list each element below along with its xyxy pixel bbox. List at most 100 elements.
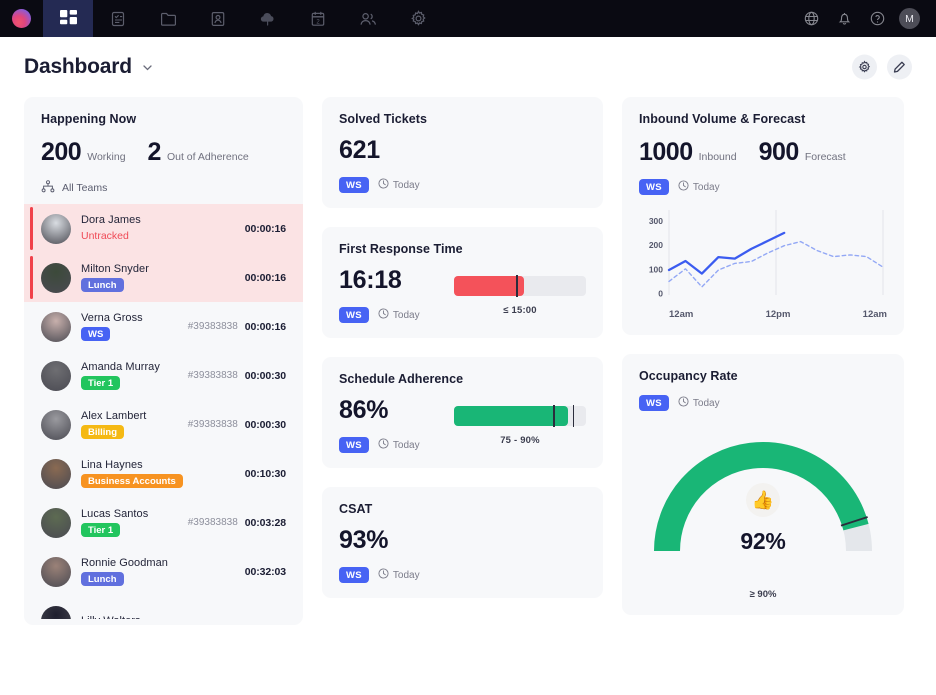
period-filter[interactable]: Today [378,568,420,582]
workstream-badge[interactable]: WS [639,179,669,195]
agent-row[interactable]: Amanda Murray Tier 1 #39383838 00:00:30 [24,351,303,400]
gauge-threshold-label: ≥ 90% [749,589,777,600]
card-solved-tickets: Solved Tickets 621 WS Today [322,97,603,208]
settings-gear-icon[interactable] [852,54,877,80]
agent-timer: 00:00:16 [244,320,286,333]
chart-x-tick: 12pm [765,309,791,320]
period-label: Today [692,397,720,409]
period-label: Today [392,439,420,451]
chart-x-tick: 12am [669,309,694,320]
card-occupancy-rate: Occupancy Rate WS Today 👍 92% ≥ 90% [622,354,904,615]
metric-value: 200 [41,138,82,166]
edit-pencil-icon[interactable] [887,54,912,80]
status-badge: Tier 1 [81,376,121,390]
agent-name: Lucas Santos [81,508,149,520]
user-avatar[interactable]: M [899,8,920,29]
agent-row[interactable]: Milton Snyder Lunch 00:00:16 [24,253,303,302]
top-nav-right-group: M [800,0,928,37]
chart-x-tick: 12am [862,309,887,320]
agent-row[interactable]: Dora James Untracked 00:00:16 [24,204,303,253]
period-label: Today [392,309,420,321]
agent-meta: #39383838 00:03:28 [188,517,286,529]
metric-value: 2 [147,138,162,166]
team-filter[interactable]: All Teams [41,180,286,196]
agent-status: Tier 1 [81,523,178,537]
agent-info: Amanda Murray Tier 1 [81,361,178,390]
status-badge: Untracked [81,230,129,242]
workstream-badge[interactable]: WS [339,567,369,583]
agent-meta: #39383838 00:00:30 [188,419,286,431]
ticket-id: #39383838 [187,517,238,528]
status-badge: Business Accounts [81,474,183,488]
clock-icon [378,178,389,192]
agent-info: Milton Snyder Lunch [81,263,235,292]
bell-icon[interactable] [833,8,855,30]
happening-now-metrics: 200 Working 2 Out of Adherence [41,138,286,167]
nav-item-settings[interactable] [393,0,443,37]
agent-info: Verna Gross WS [81,312,178,341]
people-icon [359,11,377,27]
agent-status: Tier 1 [81,376,178,390]
thumbs-up-icon: 👍 [746,483,780,517]
agent-name: Ronnie Goodman [81,557,168,569]
workstream-badge[interactable]: WS [339,437,369,453]
period-filter[interactable]: Today [378,308,420,322]
schedule-adherence-bar [454,405,586,427]
period-filter[interactable]: Today [378,178,420,192]
nav-item-calendar[interactable]: 2 [293,0,343,37]
nav-item-people[interactable] [343,0,393,37]
agent-row[interactable]: Verna Gross WS #39383838 00:00:16 [24,302,303,351]
app-logo-icon [12,9,31,28]
clock-icon [678,180,689,194]
agent-row[interactable]: Ronnie Goodman Lunch 00:32:03 [24,547,303,596]
agent-meta: 00:00:16 [245,223,286,235]
app-logo-button[interactable] [0,0,43,37]
chevron-down-icon[interactable] [141,61,154,74]
inbound-metrics: 1000 Inbound 900 Forecast [639,138,887,167]
workstream-badge[interactable]: WS [339,307,369,323]
bar-threshold-marker-upper [572,405,575,427]
agent-status: Lunch [81,278,235,292]
nav-item-files[interactable] [143,0,193,37]
agent-timer: 00:00:30 [244,369,286,382]
metric-value: 900 [758,138,800,166]
nav-item-dashboard[interactable] [43,0,93,37]
dashboard-grid-icon [59,10,77,27]
status-badge: Tier 1 [81,523,121,537]
bar-fill [454,406,568,426]
agent-name: Amanda Murray [81,361,160,373]
bar-threshold-marker [553,405,555,427]
card-csat: CSAT 93% WS Today [322,487,603,598]
agent-row[interactable]: Alex Lambert Billing #39383838 00:00:30 [24,400,303,449]
period-filter[interactable]: Today [678,180,720,194]
agent-row[interactable]: Lucas Santos Tier 1 #39383838 00:03:28 [24,498,303,547]
agent-name: Alex Lambert [81,410,147,422]
metric-out-of-adherence: 2 Out of Adherence [148,138,249,167]
nav-item-cloud[interactable] [243,0,293,37]
nav-item-contacts[interactable] [193,0,243,37]
workstream-badge[interactable]: WS [339,177,369,193]
nav-item-tasks[interactable] [93,0,143,37]
workstream-badge[interactable]: WS [639,395,669,411]
avatar [41,262,71,293]
agent-list[interactable]: Dora James Untracked 00:00:16 Milton Snyder… [24,204,303,619]
avatar [41,213,71,244]
agent-status: WS [81,327,178,341]
bar-fill [454,276,524,296]
agent-row[interactable]: Lina Haynes Business Accounts 00:10:30 [24,449,303,498]
agent-row[interactable]: Lilly Walters [24,596,303,619]
help-icon[interactable] [866,8,888,30]
period-filter[interactable]: Today [378,438,420,452]
card-meta: WS Today [639,179,887,195]
metric-forecast: 900 Forecast [759,138,846,167]
globe-icon[interactable] [800,8,822,30]
agent-meta: 00:10:30 [245,468,286,480]
header-actions [852,54,912,80]
period-filter[interactable]: Today [678,396,720,410]
card-happening-now: Happening Now 200 Working 2 Out of Adher… [24,97,303,625]
agent-info: Ronnie Goodman Lunch [81,557,235,586]
card-meta: WS Today [639,395,887,411]
card-first-response-time: First Response Time 16:18 WS Today ≤ 15:… [322,227,603,338]
ticket-id: #39383838 [187,419,238,430]
card-meta: WS Today [339,437,454,453]
